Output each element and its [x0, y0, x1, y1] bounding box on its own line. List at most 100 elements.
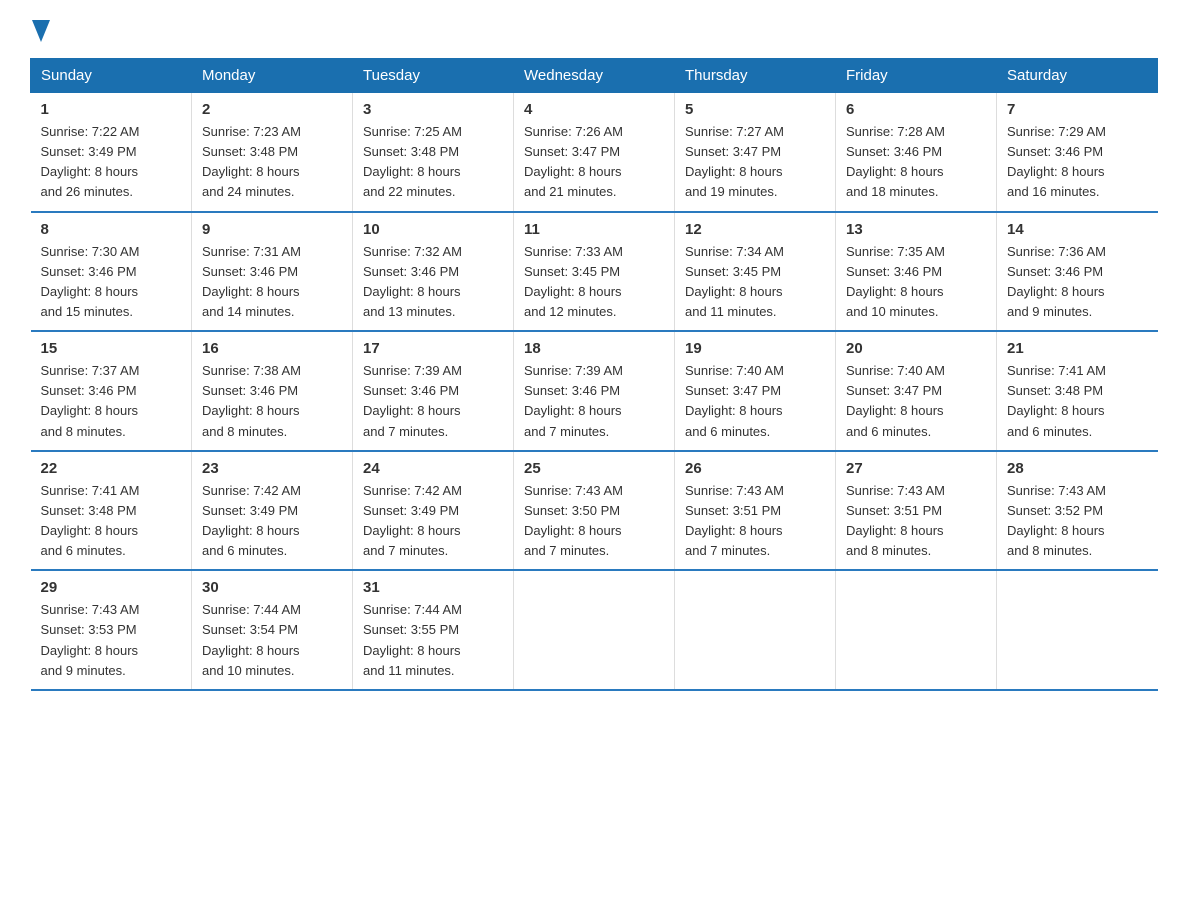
day-info: Sunrise: 7:43 AMSunset: 3:53 PMDaylight:…: [41, 600, 182, 681]
calendar-cell: 13 Sunrise: 7:35 AMSunset: 3:46 PMDayligh…: [836, 212, 997, 332]
calendar-cell: 24Sunrise: 7:42 AMSunset: 3:49 PMDayligh…: [353, 451, 514, 571]
calendar-cell: [836, 570, 997, 690]
day-number: 13: [846, 221, 986, 238]
calendar-cell: 18 Sunrise: 7:39 AMSunset: 3:46 PMDayligh…: [514, 331, 675, 451]
calendar-cell: 6Sunrise: 7:28 AMSunset: 3:46 PMDaylight…: [836, 93, 997, 212]
day-number: 8: [41, 221, 182, 238]
day-info: Sunrise: 7:37 AMSunset: 3:46 PMDaylight:…: [41, 361, 182, 442]
day-info: Sunrise: 7:40 AMSunset: 3:47 PMDaylight:…: [846, 361, 986, 442]
day-number: 16: [202, 340, 342, 357]
calendar-cell: 26Sunrise: 7:43 AMSunset: 3:51 PMDayligh…: [675, 451, 836, 571]
calendar-cell: 19 Sunrise: 7:40 AMSunset: 3:47 PMDayligh…: [675, 331, 836, 451]
calendar-cell: 9Sunrise: 7:31 AMSunset: 3:46 PMDaylight…: [192, 212, 353, 332]
calendar-cell: 4Sunrise: 7:26 AMSunset: 3:47 PMDaylight…: [514, 93, 675, 212]
calendar-cell: 16 Sunrise: 7:38 AMSunset: 3:46 PMDayligh…: [192, 331, 353, 451]
day-info: Sunrise: 7:43 AMSunset: 3:50 PMDaylight:…: [524, 481, 664, 562]
calendar-cell: 28 Sunrise: 7:43 AMSunset: 3:52 PMDayligh…: [997, 451, 1158, 571]
day-info: Sunrise: 7:23 AMSunset: 3:48 PMDaylight:…: [202, 122, 342, 203]
day-info: Sunrise: 7:43 AMSunset: 3:51 PMDaylight:…: [685, 481, 825, 562]
day-info: Sunrise: 7:33 AMSunset: 3:45 PMDaylight:…: [524, 242, 664, 323]
week-row: 29 Sunrise: 7:43 AMSunset: 3:53 PMDayligh…: [31, 570, 1158, 690]
day-info: Sunrise: 7:34 AMSunset: 3:45 PMDaylight:…: [685, 242, 825, 323]
calendar-cell: 23Sunrise: 7:42 AMSunset: 3:49 PMDayligh…: [192, 451, 353, 571]
calendar-cell: 5Sunrise: 7:27 AMSunset: 3:47 PMDaylight…: [675, 93, 836, 212]
calendar-cell: 20 Sunrise: 7:40 AMSunset: 3:47 PMDayligh…: [836, 331, 997, 451]
day-number: 2: [202, 101, 342, 118]
calendar-cell: 10 Sunrise: 7:32 AMSunset: 3:46 PMDayligh…: [353, 212, 514, 332]
logo-arrow-icon: [32, 20, 50, 42]
day-info: Sunrise: 7:28 AMSunset: 3:46 PMDaylight:…: [846, 122, 986, 203]
calendar-cell: [997, 570, 1158, 690]
week-row: 22 Sunrise: 7:41 AMSunset: 3:48 PMDayligh…: [31, 451, 1158, 571]
day-number: 19: [685, 340, 825, 357]
header-cell-tuesday: Tuesday: [353, 59, 514, 93]
calendar-cell: 1 Sunrise: 7:22 AMSunset: 3:49 PMDaylight…: [31, 93, 192, 212]
day-number: 30: [202, 579, 342, 596]
day-number: 31: [363, 579, 503, 596]
day-info: Sunrise: 7:30 AMSunset: 3:46 PMDaylight:…: [41, 242, 182, 323]
day-info: Sunrise: 7:43 AMSunset: 3:52 PMDaylight:…: [1007, 481, 1148, 562]
day-info: Sunrise: 7:41 AMSunset: 3:48 PMDaylight:…: [1007, 361, 1148, 442]
day-info: Sunrise: 7:22 AMSunset: 3:49 PMDaylight:…: [41, 122, 182, 203]
day-info: Sunrise: 7:39 AMSunset: 3:46 PMDaylight:…: [363, 361, 503, 442]
calendar-cell: 21 Sunrise: 7:41 AMSunset: 3:48 PMDayligh…: [997, 331, 1158, 451]
day-info: Sunrise: 7:39 AMSunset: 3:46 PMDaylight:…: [524, 361, 664, 442]
calendar-cell: 11 Sunrise: 7:33 AMSunset: 3:45 PMDayligh…: [514, 212, 675, 332]
day-number: 28: [1007, 460, 1148, 477]
day-info: Sunrise: 7:41 AMSunset: 3:48 PMDaylight:…: [41, 481, 182, 562]
day-number: 27: [846, 460, 986, 477]
calendar-cell: 12 Sunrise: 7:34 AMSunset: 3:45 PMDayligh…: [675, 212, 836, 332]
calendar-cell: 29 Sunrise: 7:43 AMSunset: 3:53 PMDayligh…: [31, 570, 192, 690]
calendar-cell: 25 Sunrise: 7:43 AMSunset: 3:50 PMDayligh…: [514, 451, 675, 571]
day-info: Sunrise: 7:36 AMSunset: 3:46 PMDaylight:…: [1007, 242, 1148, 323]
calendar-body: 1 Sunrise: 7:22 AMSunset: 3:49 PMDaylight…: [31, 93, 1158, 690]
day-number: 15: [41, 340, 182, 357]
day-number: 3: [363, 101, 503, 118]
day-number: 7: [1007, 101, 1148, 118]
page-header: [30, 20, 1158, 40]
calendar-cell: 14 Sunrise: 7:36 AMSunset: 3:46 PMDayligh…: [997, 212, 1158, 332]
header-cell-wednesday: Wednesday: [514, 59, 675, 93]
day-info: Sunrise: 7:44 AMSunset: 3:55 PMDaylight:…: [363, 600, 503, 681]
day-number: 10: [363, 221, 503, 238]
day-number: 25: [524, 460, 664, 477]
header-cell-sunday: Sunday: [31, 59, 192, 93]
header-cell-thursday: Thursday: [675, 59, 836, 93]
header-cell-saturday: Saturday: [997, 59, 1158, 93]
day-info: Sunrise: 7:29 AMSunset: 3:46 PMDaylight:…: [1007, 122, 1148, 203]
day-number: 12: [685, 221, 825, 238]
calendar-table: SundayMondayTuesdayWednesdayThursdayFrid…: [30, 58, 1158, 691]
day-info: Sunrise: 7:32 AMSunset: 3:46 PMDaylight:…: [363, 242, 503, 323]
day-number: 4: [524, 101, 664, 118]
day-number: 11: [524, 221, 664, 238]
logo: [30, 20, 50, 40]
day-number: 18: [524, 340, 664, 357]
week-row: 1 Sunrise: 7:22 AMSunset: 3:49 PMDaylight…: [31, 93, 1158, 212]
calendar-cell: 17Sunrise: 7:39 AMSunset: 3:46 PMDayligh…: [353, 331, 514, 451]
day-number: 20: [846, 340, 986, 357]
calendar-cell: 22 Sunrise: 7:41 AMSunset: 3:48 PMDayligh…: [31, 451, 192, 571]
day-info: Sunrise: 7:27 AMSunset: 3:47 PMDaylight:…: [685, 122, 825, 203]
calendar-cell: 31 Sunrise: 7:44 AMSunset: 3:55 PMDayligh…: [353, 570, 514, 690]
day-number: 21: [1007, 340, 1148, 357]
calendar-cell: 30Sunrise: 7:44 AMSunset: 3:54 PMDayligh…: [192, 570, 353, 690]
day-number: 29: [41, 579, 182, 596]
calendar-cell: 2 Sunrise: 7:23 AMSunset: 3:48 PMDaylight…: [192, 93, 353, 212]
day-info: Sunrise: 7:38 AMSunset: 3:46 PMDaylight:…: [202, 361, 342, 442]
day-number: 14: [1007, 221, 1148, 238]
day-info: Sunrise: 7:42 AMSunset: 3:49 PMDaylight:…: [363, 481, 503, 562]
calendar-cell: 27 Sunrise: 7:43 AMSunset: 3:51 PMDayligh…: [836, 451, 997, 571]
week-row: 15 Sunrise: 7:37 AMSunset: 3:46 PMDayligh…: [31, 331, 1158, 451]
calendar-header: SundayMondayTuesdayWednesdayThursdayFrid…: [31, 59, 1158, 93]
calendar-cell: [675, 570, 836, 690]
calendar-cell: 3Sunrise: 7:25 AMSunset: 3:48 PMDaylight…: [353, 93, 514, 212]
day-info: Sunrise: 7:43 AMSunset: 3:51 PMDaylight:…: [846, 481, 986, 562]
header-cell-friday: Friday: [836, 59, 997, 93]
header-row: SundayMondayTuesdayWednesdayThursdayFrid…: [31, 59, 1158, 93]
day-number: 1: [41, 101, 182, 118]
day-number: 22: [41, 460, 182, 477]
day-number: 9: [202, 221, 342, 238]
day-info: Sunrise: 7:40 AMSunset: 3:47 PMDaylight:…: [685, 361, 825, 442]
day-info: Sunrise: 7:35 AMSunset: 3:46 PMDaylight:…: [846, 242, 986, 323]
calendar-cell: 15 Sunrise: 7:37 AMSunset: 3:46 PMDayligh…: [31, 331, 192, 451]
